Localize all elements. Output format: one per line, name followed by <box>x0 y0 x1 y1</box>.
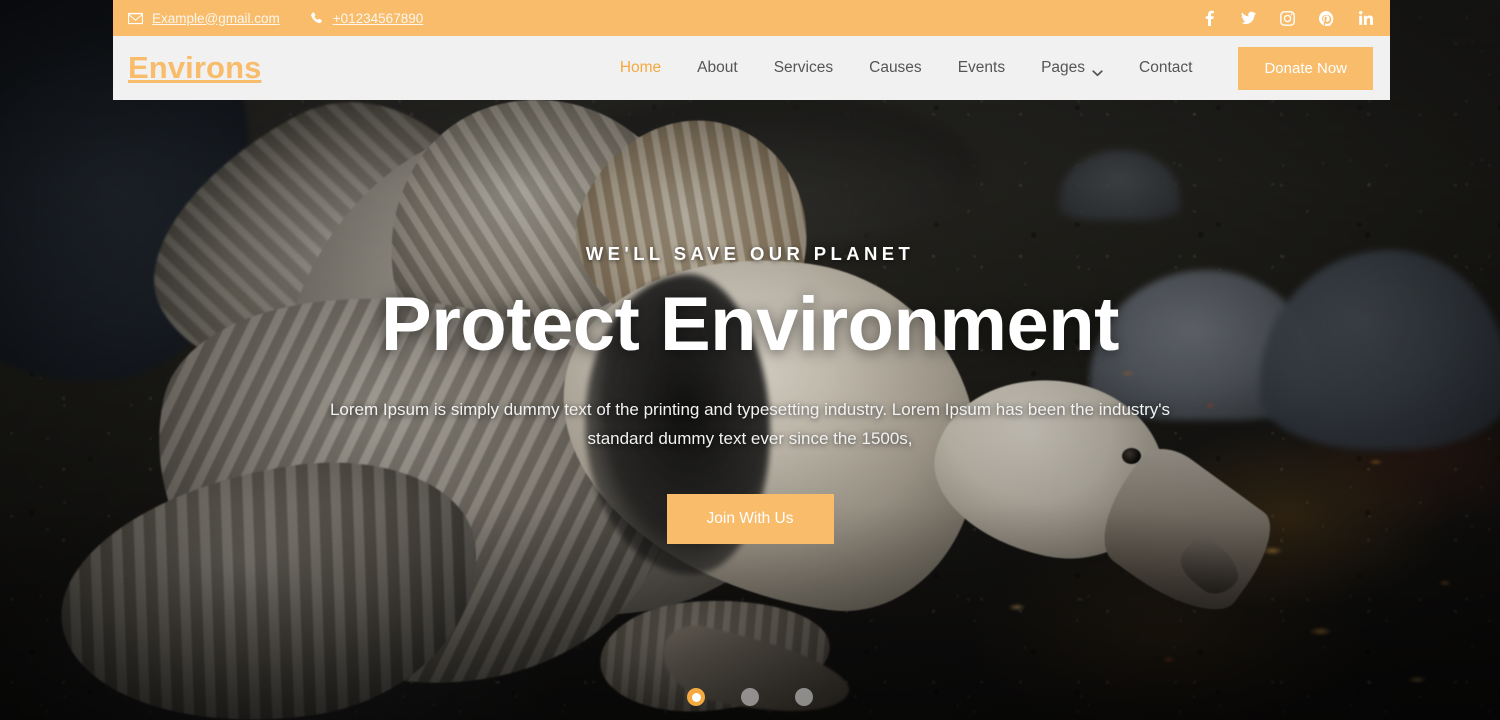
nav-item-events[interactable]: Events <box>940 60 1023 76</box>
phone-icon <box>309 11 324 25</box>
twitter-icon[interactable] <box>1241 10 1256 26</box>
phone-link[interactable]: +01234567890 <box>309 11 423 26</box>
slider-dot-3[interactable] <box>795 688 813 706</box>
nav-item-causes[interactable]: Causes <box>851 60 940 76</box>
nav-label: Causes <box>869 59 922 77</box>
nav-label: Events <box>957 59 1006 77</box>
slider-dot-2[interactable] <box>741 688 759 706</box>
main-navbar: Environs Home About Services Causes Even… <box>113 36 1390 100</box>
nav-label: Contact <box>1139 59 1193 77</box>
nav-item-home[interactable]: Home <box>602 60 679 76</box>
nav-label: Pages <box>1041 59 1086 77</box>
primary-nav: Home About Services Causes Events Pages <box>602 60 1211 76</box>
top-contact-bar: Example@gmail.com +01234567890 <box>113 0 1390 36</box>
donate-now-button[interactable]: Donate Now <box>1238 46 1373 90</box>
instagram-icon[interactable] <box>1280 10 1295 26</box>
join-with-us-button[interactable]: Join With Us <box>666 494 834 544</box>
nav-label: Services <box>773 59 834 77</box>
envelope-icon <box>128 12 143 25</box>
contact-group: Example@gmail.com +01234567890 <box>128 11 423 26</box>
nav-item-services[interactable]: Services <box>756 60 851 76</box>
email-link[interactable]: Example@gmail.com <box>128 11 280 26</box>
facebook-icon[interactable] <box>1202 10 1217 26</box>
photo-vignette-overlay <box>0 0 1500 720</box>
slider-pagination <box>0 688 1500 706</box>
hero-slider: Example@gmail.com +01234567890 Environs … <box>0 0 1500 720</box>
nav-item-about[interactable]: About <box>679 60 756 76</box>
social-links <box>1202 10 1373 26</box>
nav-label: About <box>697 59 738 77</box>
slider-dot-1[interactable] <box>687 688 705 706</box>
nav-item-contact[interactable]: Contact <box>1121 60 1210 76</box>
linkedin-icon[interactable] <box>1358 10 1373 26</box>
pinterest-icon[interactable] <box>1319 10 1334 26</box>
chevron-down-icon <box>1092 65 1103 76</box>
site-logo[interactable]: Environs <box>128 50 261 86</box>
site-header: Example@gmail.com +01234567890 Environs … <box>113 0 1390 100</box>
phone-text: +01234567890 <box>332 10 424 26</box>
nav-label: Home <box>619 59 662 77</box>
hero-background-photo <box>0 0 1500 720</box>
nav-item-pages[interactable]: Pages <box>1023 60 1121 76</box>
email-text: Example@gmail.com <box>152 10 280 26</box>
